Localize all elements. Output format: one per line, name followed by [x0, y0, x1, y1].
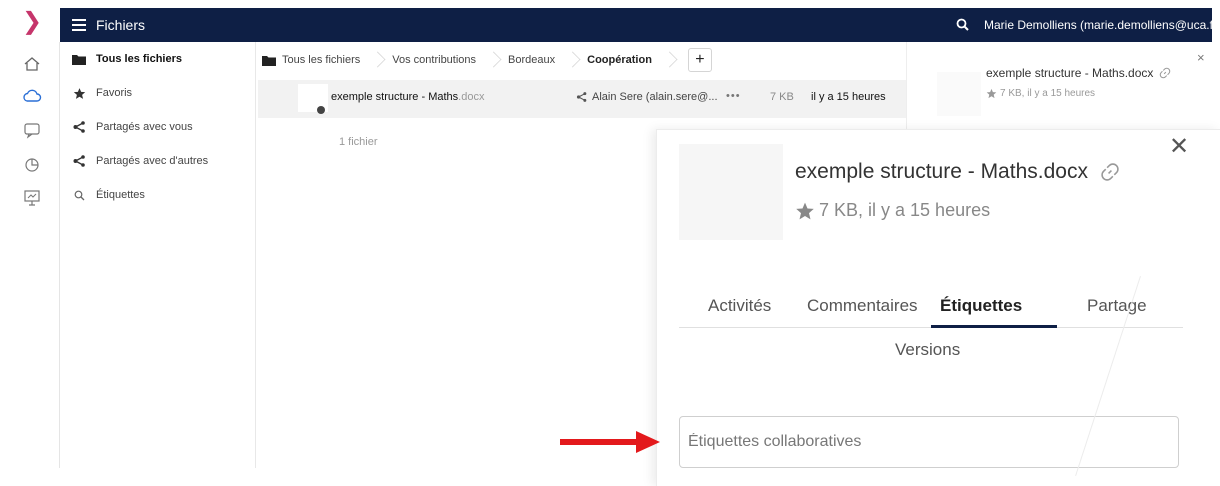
nav-item-all-files[interactable]: Tous les fichiers	[60, 42, 256, 76]
star-icon[interactable]	[986, 88, 997, 99]
folder-icon	[262, 55, 276, 66]
tab-activities[interactable]: Activités	[708, 296, 771, 316]
breadcrumb: Tous les fichiers Vos contributions Bord…	[262, 46, 712, 74]
nav-item-label: Étiquettes	[96, 189, 145, 201]
link-icon[interactable]	[1159, 67, 1171, 79]
details-close-icon[interactable]: ✕	[1169, 132, 1189, 160]
pie-chart-icon[interactable]	[22, 154, 42, 174]
sidebar-navigation: Tous les fichiers Favoris Partagés avec …	[60, 42, 256, 468]
details-file-meta-text: 7 KB, il y a 15 heures	[819, 200, 991, 220]
tab-sharing[interactable]: Partage	[1087, 296, 1147, 316]
search-icon	[72, 188, 86, 202]
folder-icon	[72, 52, 86, 66]
share-icon	[72, 154, 86, 168]
active-tab-indicator	[931, 325, 1057, 328]
sidebar-file-title-text: exemple structure - Maths.docx	[986, 66, 1154, 80]
file-modified: il y a 15 heures	[811, 91, 886, 103]
breadcrumb-separator	[662, 46, 672, 74]
breadcrumb-separator	[370, 46, 380, 74]
new-file-button[interactable]: +	[687, 48, 712, 72]
details-thumbnail	[679, 144, 783, 240]
file-count: 1 fichier	[339, 136, 378, 148]
app-title[interactable]: Fichiers	[96, 17, 145, 33]
details-file-title-text: exemple structure - Maths.docx	[795, 160, 1088, 183]
file-name[interactable]: exemple structure - Maths.docx	[331, 91, 484, 103]
app-rail: ❯	[0, 0, 60, 486]
more-actions-icon[interactable]: •••	[726, 90, 741, 102]
chat-icon[interactable]	[22, 120, 42, 140]
sidebar-file-meta-text: 7 KB, il y a 15 heures	[1000, 88, 1096, 99]
home-icon[interactable]	[22, 54, 42, 74]
search-icon[interactable]	[956, 18, 969, 36]
breadcrumb-item[interactable]: Bordeaux	[508, 54, 565, 66]
breadcrumb-item-home[interactable]: Tous les fichiers	[262, 54, 370, 66]
details-tabs: Activités Commentaires Étiquettes Partag…	[679, 290, 1183, 328]
file-share-info[interactable]: Alain Sere (alain.sere@...	[576, 91, 718, 103]
share-icon	[576, 92, 587, 102]
nav-item-label: Favoris	[96, 87, 133, 99]
sidebar-file-title: exemple structure - Maths.docx	[986, 66, 1171, 80]
sidebar-file-meta: 7 KB, il y a 15 heures	[986, 88, 1095, 99]
nav-item-label: Partagés avec vous	[96, 121, 193, 133]
presentation-icon[interactable]	[22, 188, 42, 208]
star-icon	[72, 86, 86, 100]
hamburger-menu-icon[interactable]	[72, 19, 86, 31]
nav-item-shared-with-you[interactable]: Partagés avec vous	[60, 110, 256, 144]
tab-comments[interactable]: Commentaires	[807, 296, 918, 316]
file-size: 7 KB	[770, 91, 794, 103]
link-icon[interactable]	[1100, 162, 1120, 182]
share-icon	[72, 120, 86, 134]
nav-item-label: Tous les fichiers	[96, 53, 182, 65]
sidebar-thumbnail	[937, 72, 981, 116]
details-file-meta: 7 KB, il y a 15 heures	[795, 200, 990, 221]
nav-item-shared-with-others[interactable]: Partagés avec d'autres	[60, 144, 256, 178]
user-menu[interactable]: Marie Demolliens (marie.demolliens@uca.f…	[984, 18, 1220, 32]
annotation-arrow-icon	[560, 431, 660, 453]
app-logo-icon[interactable]: ❯	[22, 9, 42, 33]
file-row[interactable]: exemple structure - Maths.docx Alain Ser…	[258, 80, 906, 118]
top-bar: Fichiers Marie Demolliens (marie.demolli…	[60, 8, 1220, 42]
sidebar-close-icon[interactable]: ×	[1197, 50, 1205, 65]
shared-with-label: Alain Sere (alain.sere@...	[592, 91, 718, 103]
breadcrumb-label: Tous les fichiers	[282, 54, 361, 66]
breadcrumb-separator	[565, 46, 575, 74]
file-extension: .docx	[458, 91, 485, 103]
details-panel-zoom: ✕ exemple structure - Maths.docx 7 KB, i…	[656, 129, 1220, 486]
breadcrumb-item[interactable]: Vos contributions	[392, 54, 486, 66]
nav-item-label: Partagés avec d'autres	[96, 155, 209, 167]
nav-item-tags[interactable]: Étiquettes	[60, 178, 256, 212]
tab-tags[interactable]: Étiquettes	[940, 296, 1022, 316]
cloud-icon[interactable]	[22, 86, 42, 106]
star-icon[interactable]	[795, 201, 815, 221]
file-basename: exemple structure - Maths	[331, 91, 459, 103]
details-file-title: exemple structure - Maths.docx	[795, 160, 1120, 184]
nav-item-favorites[interactable]: Favoris	[60, 76, 256, 110]
tab-versions[interactable]: Versions	[895, 340, 960, 360]
collaborative-tags-input[interactable]	[679, 416, 1179, 468]
breadcrumb-separator	[486, 46, 496, 74]
breadcrumb-item-current[interactable]: Coopération	[587, 54, 662, 66]
rail-header: ❯	[0, 0, 60, 42]
shared-badge-icon	[317, 106, 325, 114]
